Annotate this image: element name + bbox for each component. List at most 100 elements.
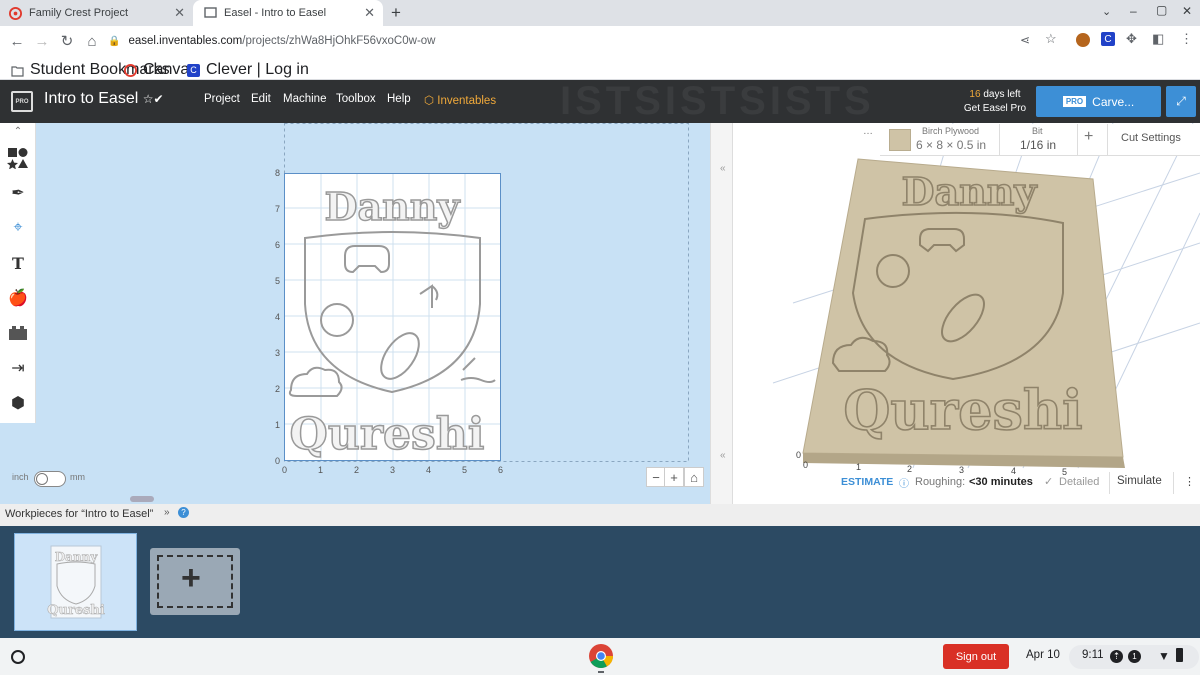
tab-easel[interactable]: Easel - Intro to Easel ✕ xyxy=(193,0,383,26)
sign-out-button[interactable]: Sign out xyxy=(943,644,1009,669)
date-display[interactable]: Apr 10 xyxy=(1026,649,1060,661)
roughing-value: <30 minutes xyxy=(969,476,1033,488)
favorite-star-icon[interactable]: ☆ xyxy=(143,92,154,106)
x-tick: 2 xyxy=(354,465,360,475)
separator xyxy=(1173,472,1174,494)
estimate-label[interactable]: ESTIMATE xyxy=(841,476,893,488)
zoom-in-button[interactable]: + xyxy=(664,467,684,487)
notification-count: 1 xyxy=(1128,650,1141,663)
point-tool-icon[interactable]: ⌖ xyxy=(6,216,30,240)
menu-help[interactable]: Help xyxy=(387,93,411,105)
workpiece-thumbnail[interactable]: Danny Qureshi xyxy=(14,533,137,631)
new-tab-icon[interactable]: + xyxy=(391,3,401,23)
time-display: 9:11 xyxy=(1082,649,1104,661)
icons-apple-icon[interactable]: 🍎 xyxy=(6,286,30,310)
url-field[interactable]: 🔒 easel.inventables.com/projects/zhWa8Hj… xyxy=(108,30,1008,52)
x-tick: 5 xyxy=(462,465,468,475)
fullscreen-icon[interactable]: ⤢ xyxy=(1166,86,1196,117)
bit-size[interactable]: 1/16 in xyxy=(1020,138,1056,152)
help-icon[interactable]: ? xyxy=(178,507,189,518)
menu-toolbox[interactable]: Toolbox xyxy=(336,93,376,105)
import-icon[interactable]: ⇥ xyxy=(6,356,30,380)
chrome-menu-icon[interactable]: ⋮ xyxy=(1180,31,1193,47)
trial-status[interactable]: 16 days left Get Easel Pro xyxy=(945,88,1045,116)
detailed-check-icon: ✓ xyxy=(1044,476,1054,488)
bookmark-clever[interactable]: C Clever | Log in xyxy=(187,61,309,79)
text-tool-icon[interactable]: T xyxy=(6,251,30,275)
tab-search-icon[interactable]: ⌄ xyxy=(1102,5,1111,18)
detailed-label[interactable]: Detailed xyxy=(1059,476,1099,488)
extension-icon[interactable] xyxy=(1076,33,1090,47)
y-tick: 0 xyxy=(275,456,281,466)
design-artwork: Danny Qureshi xyxy=(285,174,500,461)
preview-menu-icon[interactable]: ⋮ xyxy=(1184,475,1195,488)
home-icon[interactable]: ⌂ xyxy=(82,31,102,51)
material-name[interactable]: Birch Plywood xyxy=(922,126,979,136)
clever-extension-icon[interactable]: C xyxy=(1101,32,1115,46)
horizontal-scrollbar[interactable] xyxy=(130,496,154,502)
thumbnail-artwork: Danny Qureshi xyxy=(47,545,105,619)
x-tick: 3 xyxy=(390,465,396,475)
toggle-knob xyxy=(36,473,48,485)
forward-icon[interactable]: → xyxy=(32,31,52,51)
close-window-icon[interactable]: ✕ xyxy=(1182,4,1192,18)
side-panel-icon[interactable]: ◧ xyxy=(1152,31,1164,47)
shapes-icon[interactable] xyxy=(6,146,30,170)
close-tab-icon[interactable]: ✕ xyxy=(364,5,375,21)
preview-more-icon[interactable]: … xyxy=(863,126,873,137)
x-tick: 6 xyxy=(498,465,504,475)
folder-icon xyxy=(11,64,24,77)
simulate-button[interactable]: Simulate xyxy=(1117,475,1162,487)
estimate-info-icon[interactable]: ⓘ xyxy=(899,475,909,490)
carve-preview[interactable]: Danny Qureshi xyxy=(733,122,1200,504)
menu-inventables[interactable]: ⬡ Inventables xyxy=(424,93,496,107)
menu-project[interactable]: Project xyxy=(204,93,240,105)
trial-days: 16 xyxy=(969,89,981,100)
close-tab-icon[interactable]: ✕ xyxy=(174,5,185,21)
material-sheet[interactable]: Danny Qureshi xyxy=(284,173,501,461)
unit-mm-label: mm xyxy=(70,472,85,482)
add-workpiece-button[interactable]: + xyxy=(150,548,240,615)
pen-tool-icon[interactable]: ✒ xyxy=(6,181,30,205)
y-tick: 3 xyxy=(275,348,281,358)
material-size[interactable]: 6 × 8 × 0.5 in xyxy=(916,138,986,152)
get-easel-pro-link[interactable]: Get Easel Pro xyxy=(945,102,1045,116)
preview-y-zero: 0 xyxy=(796,450,802,460)
apps-block-icon[interactable] xyxy=(6,321,30,345)
design-text-bottom: Qureshi xyxy=(290,409,485,460)
zoom-home-icon[interactable]: ⌂ xyxy=(684,467,704,487)
material-swatch[interactable] xyxy=(889,129,911,151)
easel-logo[interactable]: PRO xyxy=(11,91,33,112)
share-icon[interactable]: ⋖ xyxy=(1020,33,1030,47)
trial-days-line: 16 days left xyxy=(945,88,1045,102)
3d-cube-icon[interactable]: ⬢ xyxy=(6,391,30,415)
reload-icon[interactable]: ↻ xyxy=(57,31,77,51)
cut-settings-button[interactable]: Cut Settings xyxy=(1121,132,1181,144)
minimize-icon[interactable]: – xyxy=(1130,4,1137,18)
zoom-out-button[interactable]: − xyxy=(646,467,666,487)
workpieces-header: Workpieces for “Intro to Easel” » ? xyxy=(0,504,1200,526)
expand-workpieces-icon[interactable]: » xyxy=(164,507,170,518)
menu-machine[interactable]: Machine xyxy=(283,93,326,105)
maximize-icon[interactable]: ▢ xyxy=(1156,3,1167,17)
menu-edit[interactable]: Edit xyxy=(251,93,271,105)
back-icon[interactable]: ← xyxy=(7,31,27,51)
collapse-left-icon[interactable]: « xyxy=(720,163,726,174)
unit-toggle[interactable] xyxy=(34,471,66,487)
y-tick: 6 xyxy=(275,240,281,250)
url-host: easel.inventables.com xyxy=(128,35,243,47)
pro-badge: PRO xyxy=(1062,96,1087,107)
collapse-toolbar-icon[interactable]: ⌃ xyxy=(6,124,30,138)
carve-button[interactable]: PRO Carve... xyxy=(1036,86,1161,117)
tab-family-crest[interactable]: Family Crest Project ✕ xyxy=(8,0,193,26)
x-tick: 1 xyxy=(318,465,324,475)
chrome-browser-icon[interactable] xyxy=(588,643,614,669)
project-title[interactable]: Intro to Easel ☆✔ xyxy=(44,90,164,108)
extensions-puzzle-icon[interactable]: ✥ xyxy=(1126,31,1137,47)
panel-divider[interactable] xyxy=(710,123,733,504)
launcher-icon[interactable] xyxy=(11,650,25,664)
collapse-right-icon[interactable]: « xyxy=(720,450,726,461)
separator xyxy=(999,124,1000,156)
bookmark-star-icon[interactable]: ☆ xyxy=(1045,31,1057,47)
add-bit-icon[interactable]: + xyxy=(1084,128,1093,146)
